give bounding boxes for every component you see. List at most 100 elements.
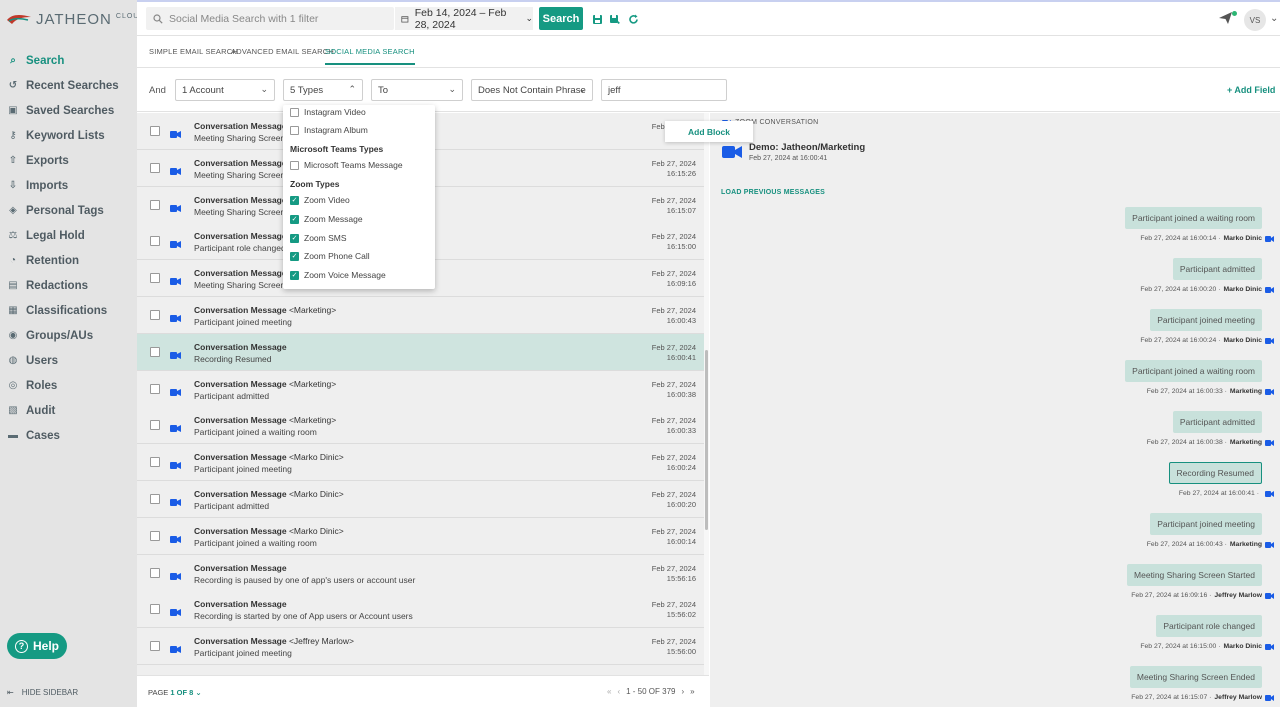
- row-checkbox[interactable]: [150, 641, 160, 652]
- message-bubble[interactable]: Participant role changed: [1156, 615, 1262, 637]
- dropdown-option[interactable]: Instagram Video: [290, 107, 366, 117]
- first-page-icon[interactable]: «: [607, 687, 611, 696]
- tab-simple-email-search[interactable]: SIMPLE EMAIL SEARCH: [149, 47, 238, 56]
- row-checkbox[interactable]: [150, 530, 160, 541]
- row-checkbox[interactable]: [150, 162, 160, 173]
- dropdown-option[interactable]: ✓ Zoom SMS: [290, 233, 347, 243]
- table-row[interactable]: Conversation Message Recording is paused…: [137, 554, 704, 592]
- search-input[interactable]: Social Media Search with 1 filter: [146, 7, 394, 30]
- sidebar-item-saved-searches[interactable]: ▣ Saved Searches: [0, 98, 137, 123]
- table-row[interactable]: Conversation Message Recording is starte…: [137, 591, 704, 629]
- load-previous-messages-button[interactable]: LOAD PREVIOUS MESSAGES: [721, 189, 825, 196]
- table-row[interactable]: Conversation Message <Marko Dinic> Partic…: [137, 517, 704, 555]
- logo[interactable]: JATHEON CLOUD: [6, 9, 145, 29]
- dropdown-option[interactable]: Instagram Album: [290, 125, 368, 135]
- add-field-button[interactable]: + Add Field: [1227, 85, 1275, 95]
- message-bubble[interactable]: Participant joined meeting: [1150, 513, 1262, 535]
- add-block-button[interactable]: Add Block: [665, 121, 753, 142]
- message-bubble[interactable]: Recording Resumed: [1168, 462, 1262, 484]
- checkbox[interactable]: [290, 160, 299, 170]
- row-checkbox[interactable]: [150, 273, 160, 284]
- history-icon: ↺: [8, 80, 18, 91]
- page-value[interactable]: 1 OF 8: [170, 688, 193, 697]
- sidebar-item-roles[interactable]: ◎ Roles: [0, 373, 137, 398]
- next-page-icon[interactable]: ›: [681, 687, 684, 696]
- row-checkbox[interactable]: [150, 383, 160, 394]
- help-button[interactable]: ? Help: [7, 633, 67, 659]
- table-row[interactable]: Conversation Message <Marketing> Particip…: [137, 297, 704, 334]
- table-row[interactable]: Conversation Message <Marko Dinic> Partic…: [137, 481, 704, 518]
- dropdown-option[interactable]: ✓ Zoom Video: [290, 195, 350, 205]
- sidebar-item-legal-hold[interactable]: ⚖ Legal Hold: [0, 223, 137, 248]
- table-row[interactable]: Conversation Message <Jeffrey Marlow> Par…: [137, 628, 704, 666]
- row-checkbox[interactable]: [150, 494, 160, 504]
- row-checkbox[interactable]: [150, 199, 160, 210]
- chevron-down-icon[interactable]: ⌄: [1270, 13, 1278, 24]
- sidebar-item-retention[interactable]: ◔ Retention: [0, 248, 137, 273]
- sidebar-item-search[interactable]: ⌕ Search: [0, 48, 137, 73]
- message-bubble[interactable]: Participant joined a waiting room: [1125, 360, 1262, 382]
- dropdown-option[interactable]: Microsoft Teams Message: [290, 160, 403, 170]
- checkbox[interactable]: ✓: [290, 195, 299, 205]
- sidebar-item-classifications[interactable]: ▦ Classifications: [0, 298, 137, 323]
- sidebar-item-imports[interactable]: ⇩ Imports: [0, 173, 137, 198]
- sidebar-item-audit[interactable]: ▧ Audit: [0, 398, 137, 423]
- zoom-camera-icon: [1265, 592, 1274, 599]
- table-row[interactable]: Conversation Message <Marko Dinic> Partic…: [137, 444, 704, 482]
- checkbox[interactable]: ✓: [290, 214, 299, 224]
- message-bubble[interactable]: Meeting Sharing Screen Ended: [1129, 666, 1262, 688]
- message-bubble[interactable]: Participant joined a waiting room: [1125, 207, 1262, 229]
- sidebar-item-personal-tags[interactable]: ◈ Personal Tags: [0, 198, 137, 223]
- message-bubble[interactable]: Participant admitted: [1172, 258, 1262, 280]
- table-row[interactable]: Conversation Message Recording Resumed Fe…: [137, 333, 704, 371]
- dropdown-option[interactable]: ✓ Zoom Phone Call: [290, 251, 370, 261]
- row-checkbox[interactable]: [150, 346, 160, 357]
- last-page-icon[interactable]: »: [690, 687, 694, 696]
- row-checkbox[interactable]: [150, 236, 160, 247]
- row-checkbox[interactable]: [150, 457, 160, 468]
- sidebar-item-exports[interactable]: ⇧ Exports: [0, 148, 137, 173]
- account-select[interactable]: 1 Account ⌄: [175, 79, 275, 101]
- checkbox[interactable]: ✓: [290, 233, 299, 243]
- search-button[interactable]: Search: [539, 7, 583, 30]
- phrase-mode-select[interactable]: Does Not Contain Phrase ⌄: [471, 79, 593, 101]
- sidebar-item-groups-aus[interactable]: ◉ Groups/AUs: [0, 323, 137, 348]
- row-checkbox[interactable]: [150, 310, 160, 320]
- dropdown-option[interactable]: ✓ Zoom Voice Message: [290, 270, 386, 280]
- table-row[interactable]: Conversation Message <Marketing> Particip…: [137, 370, 704, 408]
- checkbox[interactable]: [290, 107, 299, 117]
- tab-advanced-email-search[interactable]: ADVANCED EMAIL SEARCH: [231, 47, 334, 56]
- sidebar-item-redactions[interactable]: ▤ Redactions: [0, 273, 137, 298]
- send-icon[interactable]: [1219, 12, 1232, 24]
- row-checkbox[interactable]: [150, 604, 160, 615]
- sidebar-item-recent-searches[interactable]: ↺ Recent Searches: [0, 73, 137, 98]
- phrase-input[interactable]: jeff: [601, 79, 727, 101]
- table-row[interactable]: Conversation Message <Marketing> Particip…: [137, 407, 704, 445]
- prev-page-icon[interactable]: ‹: [617, 687, 620, 696]
- checkbox[interactable]: [290, 125, 299, 135]
- message-bubble[interactable]: Participant joined meeting: [1150, 309, 1262, 331]
- checkbox[interactable]: ✓: [290, 270, 299, 280]
- row-checkbox[interactable]: [150, 567, 160, 578]
- message-bubble[interactable]: Meeting Sharing Screen Started: [1127, 564, 1262, 586]
- refresh-icon[interactable]: [627, 13, 639, 25]
- row-checkbox[interactable]: [150, 126, 160, 136]
- avatar[interactable]: VS: [1244, 9, 1266, 31]
- checkbox[interactable]: ✓: [290, 251, 299, 261]
- date-range-picker[interactable]: Feb 14, 2024 – Feb 28, 2024 ⌄: [395, 7, 533, 31]
- hide-sidebar-label: HIDE SIDEBAR: [21, 688, 79, 697]
- sidebar-item-cases[interactable]: ▬ Cases: [0, 423, 137, 448]
- page-indicator[interactable]: PAGE 1 OF 8 ⌄: [148, 688, 202, 697]
- to-select[interactable]: To ⌄: [371, 79, 463, 101]
- save-as-icon[interactable]: [609, 13, 621, 25]
- row-checkbox[interactable]: [150, 420, 160, 431]
- save-icon[interactable]: [591, 13, 603, 25]
- hide-sidebar-button[interactable]: ⇤ HIDE SIDEBAR: [7, 688, 78, 697]
- tab-social-media-search[interactable]: SOCIAL MEDIA SEARCH: [325, 47, 415, 65]
- dropdown-option[interactable]: ✓ Zoom Message: [290, 214, 363, 224]
- message-bubble[interactable]: Participant admitted: [1172, 411, 1262, 433]
- sidebar-item-keyword-lists[interactable]: ⚷ Keyword Lists: [0, 123, 137, 148]
- sidebar-item-users[interactable]: ◍ Users: [0, 348, 137, 373]
- types-select[interactable]: 5 Types ⌃: [283, 79, 363, 101]
- results-scrollbar-thumb[interactable]: [705, 350, 708, 530]
